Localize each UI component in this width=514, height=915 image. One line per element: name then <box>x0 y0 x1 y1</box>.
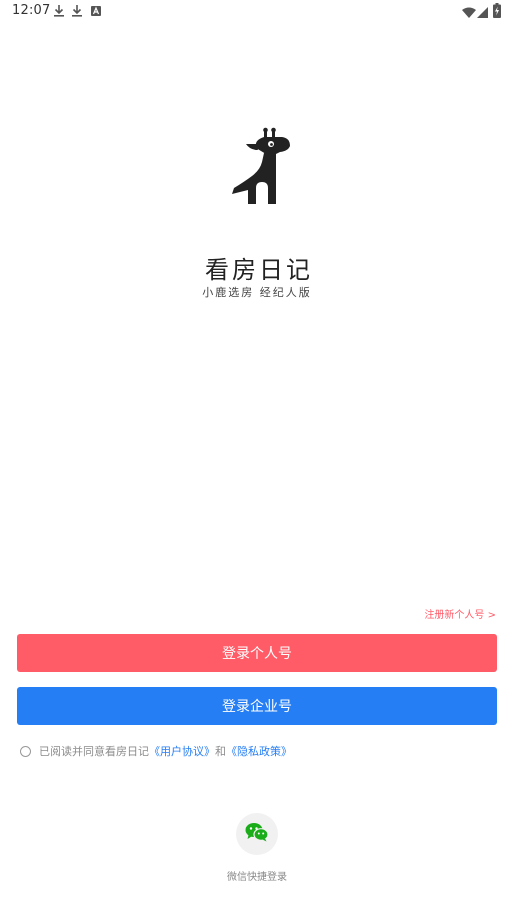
wechat-login-button[interactable] <box>236 813 278 855</box>
agreement-and: 和 <box>215 745 226 758</box>
app-title: 看房日记 <box>205 256 313 284</box>
giraffe-icon <box>226 126 296 206</box>
agreement-row: 已阅读并同意看房日记 《用户协议》 和 《隐私政策》 <box>20 743 292 759</box>
register-new-account-link[interactable]: 注册新个人号 > <box>424 606 496 621</box>
download-icon <box>71 4 83 18</box>
status-time: 12:07 <box>12 3 51 18</box>
wechat-login-label: 微信快捷登录 <box>227 872 287 883</box>
font-icon <box>90 4 102 18</box>
status-bar: 12:07 <box>0 0 514 22</box>
download-icon <box>53 4 65 18</box>
wifi-icon <box>462 4 476 23</box>
signal-icon <box>477 4 489 23</box>
login-enterprise-button[interactable]: 登录企业号 <box>17 687 497 725</box>
battery-charging-icon <box>493 3 501 22</box>
login-personal-button[interactable]: 登录个人号 <box>17 634 497 672</box>
wechat-icon <box>245 822 269 846</box>
app-subtitle: 小鹿选房 经纪人版 <box>202 286 312 299</box>
agreement-prefix: 已阅读并同意看房日记 <box>39 745 149 758</box>
user-agreement-link[interactable]: 《用户协议》 <box>149 743 215 759</box>
privacy-policy-link[interactable]: 《隐私政策》 <box>226 743 292 759</box>
agree-checkbox[interactable] <box>20 745 31 757</box>
